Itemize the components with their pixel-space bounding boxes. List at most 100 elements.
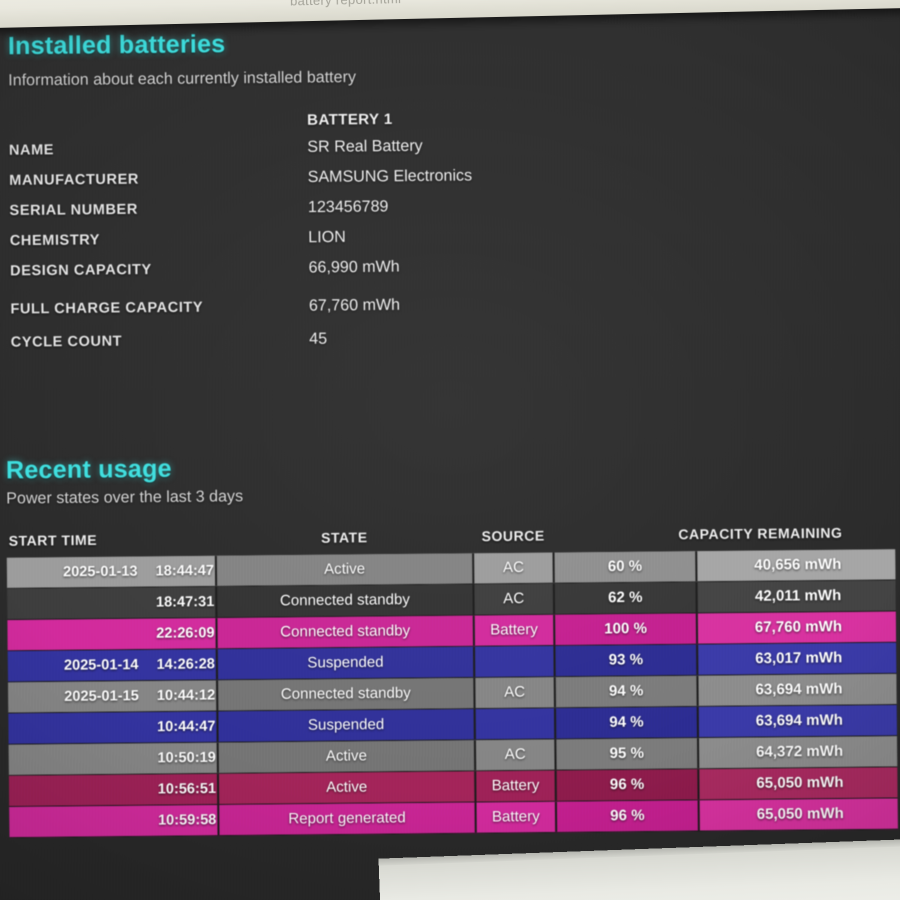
- cell-time: 10:44:47: [157, 718, 216, 736]
- column-header-source: SOURCE: [481, 527, 545, 545]
- column-divider: [474, 771, 476, 802]
- cell-state: Suspended: [307, 715, 385, 734]
- column-divider: [214, 555, 217, 586]
- column-divider: [552, 552, 555, 583]
- cell-time: 10:59:58: [157, 812, 217, 829]
- cell-source: Battery: [491, 807, 540, 826]
- column-header-capacity-remaining: CAPACITY REMAINING: [678, 524, 843, 543]
- cell-state: Active: [326, 778, 368, 796]
- column-divider: [553, 708, 556, 739]
- column-divider: [553, 614, 555, 645]
- battery-field-row: DESIGN CAPACITY 66,990 mWh: [10, 258, 573, 288]
- cell-source: AC: [503, 589, 525, 608]
- field-value-name: SR Real Battery: [307, 137, 423, 156]
- cell-date: 2025-01-13: [62, 563, 138, 581]
- column-divider: [215, 586, 217, 618]
- column-divider: [473, 709, 476, 740]
- field-value-cycle-count: 45: [309, 330, 328, 348]
- column-divider: [696, 644, 698, 675]
- battery-field-row: CYCLE COUNT 45: [11, 329, 574, 359]
- column-divider: [472, 553, 474, 584]
- column-header-state: STATE: [320, 529, 368, 546]
- cell-time: 14:26:28: [156, 656, 215, 673]
- cell-capacity: 65,050 mWh: [756, 773, 844, 792]
- installed-batteries-title: Installed batteries: [7, 30, 226, 61]
- column-divider: [474, 802, 477, 833]
- cell-time: 10:44:12: [156, 687, 216, 705]
- field-label-manufacturer: MANUFACTURER: [9, 171, 139, 189]
- cell-percent: 96 %: [609, 775, 645, 794]
- column-divider: [697, 769, 700, 800]
- table-body: 2025-01-13 18:44:47 Active AC 60 % 40,656 mWh…: [6, 549, 898, 839]
- cell-capacity: 63,017 mWh: [755, 649, 843, 668]
- cell-source: AC: [502, 558, 524, 577]
- cell-state: Suspended: [307, 653, 384, 672]
- cell-percent: 94 %: [609, 713, 644, 731]
- cell-date: [8, 712, 139, 743]
- column-divider: [554, 739, 557, 770]
- cell-time: 18:47:31: [155, 593, 215, 611]
- column-divider: [215, 618, 218, 649]
- battery-report-page: Installed batteries Information about ea…: [0, 0, 900, 900]
- column-divider: [215, 649, 218, 680]
- installed-batteries-table: BATTERY 1 NAME SR Real Battery MANUFACTU…: [9, 109, 572, 351]
- cell-percent: 96 %: [610, 806, 645, 825]
- recent-usage-table: START TIME STATE SOURCE CAPACITY REMAINI…: [6, 524, 898, 839]
- installed-batteries-subtitle: Information about each currently install…: [8, 68, 357, 90]
- column-divider: [216, 680, 218, 711]
- field-value-serial-number: 123456789: [307, 198, 389, 217]
- column-divider: [695, 551, 697, 582]
- cell-time: 10:50:19: [157, 749, 216, 767]
- cell-percent: 93 %: [608, 651, 644, 669]
- column-divider: [217, 804, 220, 836]
- field-label-chemistry: CHEMISTRY: [9, 232, 101, 250]
- cell-date: [9, 806, 140, 837]
- column-divider: [696, 738, 699, 769]
- field-label-design-capacity: DESIGN CAPACITY: [10, 261, 152, 280]
- cell-time: 22:26:09: [156, 625, 215, 642]
- cell-percent: 60 %: [607, 557, 643, 576]
- column-divider: [216, 773, 219, 805]
- battery-field-row: CHEMISTRY LION: [10, 228, 573, 258]
- cell-source: Battery: [491, 776, 540, 795]
- cell-percent: 62 %: [608, 588, 643, 607]
- column-divider: [472, 615, 475, 646]
- column-divider: [472, 584, 475, 615]
- column-divider: [697, 800, 700, 831]
- cell-source: [479, 708, 552, 739]
- battery-field-row: SERIAL NUMBER 123456789: [9, 198, 572, 228]
- column-divider: [554, 801, 557, 832]
- cell-source: AC: [504, 745, 526, 764]
- field-label-name: NAME: [8, 142, 55, 159]
- cell-state: Active: [323, 560, 366, 578]
- column-divider: [552, 583, 555, 614]
- column-divider: [553, 645, 556, 677]
- cell-capacity: 63,694 mWh: [755, 711, 843, 730]
- column-divider: [553, 677, 556, 708]
- cell-percent: 95 %: [609, 744, 645, 763]
- cell-capacity: 40,656 mWh: [754, 555, 842, 574]
- battery-field-row: MANUFACTURER SAMSUNG Electronics: [9, 167, 572, 197]
- cell-state: Report generated: [288, 809, 406, 828]
- field-label-cycle-count: CYCLE COUNT: [10, 333, 123, 351]
- field-label-serial-number: SERIAL NUMBER: [9, 201, 138, 220]
- recent-usage-title: Recent usage: [5, 454, 172, 485]
- cell-capacity: 63,694 mWh: [755, 680, 843, 699]
- battery-field-row: NAME SR Real Battery: [9, 137, 572, 167]
- cell-date: [9, 775, 140, 806]
- column-divider: [695, 582, 698, 613]
- field-value-full-charge-capacity: 67,760 mWh: [308, 296, 401, 315]
- field-value-manufacturer: SAMSUNG Electronics: [307, 167, 473, 187]
- ghost-text: battery report.html: [290, 0, 401, 8]
- column-header-start-time: START TIME: [8, 531, 98, 549]
- column-divider: [473, 740, 476, 771]
- cell-date: 2025-01-14: [63, 657, 139, 674]
- cell-source: Battery: [490, 621, 539, 639]
- cell-date: [7, 588, 138, 619]
- cell-percent: 100 %: [604, 619, 648, 638]
- cell-date: [7, 619, 138, 650]
- cell-date: [9, 743, 140, 774]
- cell-state: Connected standby: [280, 622, 411, 641]
- column-divider: [216, 742, 219, 773]
- column-divider: [696, 675, 699, 706]
